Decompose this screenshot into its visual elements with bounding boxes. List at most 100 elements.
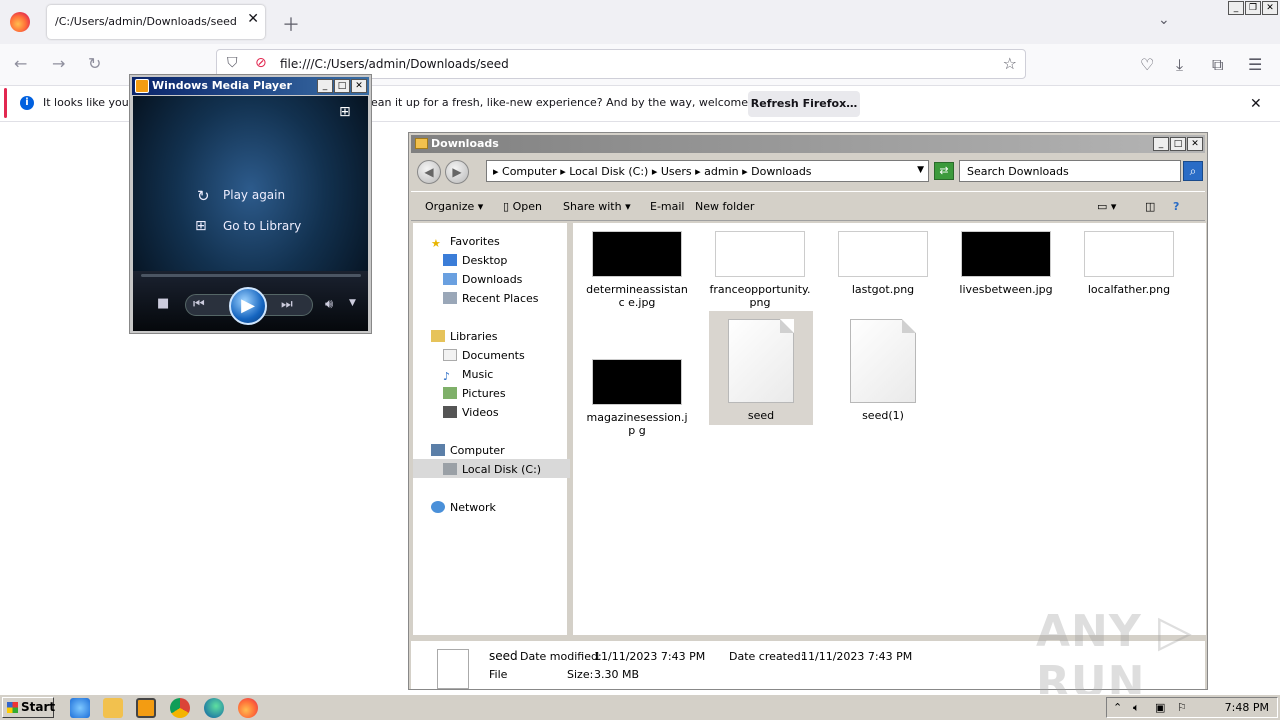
play-icon[interactable]: ▶ bbox=[229, 287, 267, 325]
forward-icon[interactable]: ▶ bbox=[445, 160, 469, 184]
nav-computer[interactable]: Computer bbox=[431, 444, 505, 457]
previous-icon[interactable]: ⏮ bbox=[193, 297, 205, 312]
reload-icon[interactable]: ↻ bbox=[88, 54, 101, 73]
browser-tab[interactable]: /C:/Users/admin/Downloads/seed ✕ bbox=[47, 5, 265, 39]
file-item[interactable]: magazinesession.jp g bbox=[585, 359, 689, 437]
network-icon[interactable]: ▣ bbox=[1155, 701, 1165, 714]
file-item[interactable]: franceopportunity. png bbox=[708, 231, 812, 309]
close-icon[interactable]: ✕ bbox=[351, 79, 367, 93]
search-icon[interactable]: ⌕ bbox=[1183, 161, 1203, 181]
file-item[interactable]: localfather.png bbox=[1077, 231, 1181, 296]
refresh-firefox-button[interactable]: Refresh Firefox… bbox=[748, 91, 860, 117]
media-player-display: ⊞ ↻ Play again ⊞ Go to Library ■ ⏮ ⏭ ▶ 🔊… bbox=[133, 96, 368, 331]
url-text[interactable]: file:///C:/Users/admin/Downloads/seed bbox=[280, 57, 509, 71]
forward-icon[interactable]: → bbox=[52, 54, 65, 73]
file-item[interactable]: seed(1) bbox=[831, 319, 935, 422]
close-icon[interactable]: ✕ bbox=[1262, 1, 1278, 15]
help-icon[interactable]: ? bbox=[1173, 200, 1179, 213]
detail-type: File bbox=[489, 668, 508, 681]
replay-icon[interactable]: ↻ bbox=[197, 187, 210, 205]
clock[interactable]: 7:48 PM bbox=[1225, 701, 1269, 714]
shield-icon[interactable]: ⛉ bbox=[227, 55, 238, 71]
nav-documents[interactable]: Documents bbox=[443, 349, 525, 362]
chrome-icon[interactable] bbox=[170, 698, 190, 718]
volume-dropdown-icon[interactable]: ▼ bbox=[349, 298, 356, 308]
file-item-selected[interactable]: seed bbox=[709, 311, 813, 425]
minimize-icon[interactable]: _ bbox=[317, 79, 333, 93]
restore-icon[interactable]: ❐ bbox=[1245, 1, 1261, 15]
internet-explorer-icon[interactable] bbox=[70, 698, 90, 718]
edge-icon[interactable] bbox=[204, 698, 224, 718]
file-name: lastgot.png bbox=[851, 283, 915, 296]
nav-libraries[interactable]: Libraries bbox=[431, 330, 498, 343]
go-to-library-link[interactable]: Go to Library bbox=[223, 219, 301, 233]
close-tab-icon[interactable]: ✕ bbox=[247, 11, 259, 27]
maximize-icon[interactable]: □ bbox=[334, 79, 350, 93]
volume-icon[interactable]: 🔊︎ bbox=[325, 297, 333, 312]
back-icon[interactable]: ← bbox=[14, 54, 27, 73]
new-tab-icon[interactable]: ＋ bbox=[282, 11, 300, 37]
share-with-button[interactable]: Share with ▾ bbox=[563, 200, 631, 213]
next-icon[interactable]: ⏭ bbox=[281, 297, 293, 312]
refresh-icon[interactable]: ⇄ bbox=[934, 162, 954, 180]
navigation-pane: ★ Favorites Desktop Downloads Recent Plac… bbox=[413, 223, 570, 635]
back-icon[interactable]: ◀ bbox=[417, 160, 441, 184]
volume-icon[interactable]: 🔈︎ bbox=[1133, 701, 1140, 715]
nav-pictures[interactable]: Pictures bbox=[443, 387, 506, 400]
minimize-icon[interactable]: _ bbox=[1228, 1, 1244, 15]
nav-music[interactable]: ♪ Music bbox=[443, 368, 493, 383]
close-icon[interactable]: ✕ bbox=[1187, 137, 1203, 151]
page-info-icon[interactable]: ⊘ bbox=[255, 55, 267, 71]
show-hidden-icons-icon[interactable]: ⌃ bbox=[1113, 701, 1122, 714]
pocket-icon[interactable]: ♡ bbox=[1140, 55, 1154, 74]
minimize-icon[interactable]: _ bbox=[1153, 137, 1169, 151]
library-icon[interactable]: ⊞ bbox=[195, 218, 207, 234]
organize-label: Organize bbox=[425, 200, 475, 213]
nav-label: Documents bbox=[462, 349, 525, 362]
nav-local-disk[interactable]: Local Disk (C:) bbox=[443, 463, 541, 476]
change-view-icon[interactable]: ▭ ▾ bbox=[1097, 200, 1116, 213]
file-item[interactable]: livesbetween.jpg bbox=[954, 231, 1058, 296]
start-button[interactable]: Start bbox=[2, 697, 55, 718]
documents-icon bbox=[443, 349, 457, 361]
explorer-titlebar[interactable]: Downloads _ □ ✕ bbox=[411, 135, 1205, 153]
media-player-icon bbox=[135, 79, 149, 93]
nav-recent-places[interactable]: Recent Places bbox=[443, 292, 539, 305]
nav-network[interactable]: Network bbox=[431, 501, 496, 514]
address-bar[interactable]: ▸ Computer ▸ Local Disk (C:) ▸ Users ▸ a… bbox=[486, 160, 929, 182]
extensions-icon[interactable]: ⧉ bbox=[1212, 55, 1223, 75]
file-name: seed(1) bbox=[862, 409, 904, 422]
file-item[interactable]: lastgot.png bbox=[831, 231, 935, 296]
bookmark-star-icon[interactable]: ☆ bbox=[1003, 54, 1017, 73]
switch-to-library-icon[interactable]: ⊞ bbox=[339, 104, 351, 120]
chevron-down-icon[interactable]: ▼ bbox=[917, 165, 924, 175]
chevron-down-icon[interactable]: ⌄ bbox=[1158, 12, 1170, 28]
file-item[interactable]: determineassistanc e.jpg bbox=[585, 231, 689, 309]
seek-bar[interactable] bbox=[141, 274, 361, 277]
nav-label: Downloads bbox=[462, 273, 523, 286]
nav-desktop[interactable]: Desktop bbox=[443, 254, 507, 267]
notification-text: It looks like you h bbox=[43, 96, 140, 109]
play-again-link[interactable]: Play again bbox=[223, 188, 285, 202]
email-button[interactable]: E-mail bbox=[650, 200, 685, 213]
file-explorer-icon[interactable] bbox=[103, 698, 123, 718]
organize-button[interactable]: Organize ▾ bbox=[425, 200, 483, 213]
preview-pane-icon[interactable]: ◫ bbox=[1145, 200, 1155, 213]
maximize-icon[interactable]: □ bbox=[1170, 137, 1186, 151]
media-player-titlebar[interactable]: Windows Media Player _ □ ✕ bbox=[132, 77, 369, 95]
open-button[interactable]: ▯ Open bbox=[503, 200, 542, 213]
action-center-flag-icon[interactable]: ⚐ bbox=[1177, 701, 1187, 714]
nav-favorites[interactable]: ★ Favorites bbox=[431, 235, 500, 250]
firefox-taskbar-icon[interactable] bbox=[238, 698, 258, 718]
stop-icon[interactable]: ■ bbox=[157, 296, 169, 311]
close-notification-icon[interactable]: ✕ bbox=[1250, 96, 1262, 112]
nav-downloads[interactable]: Downloads bbox=[443, 273, 522, 286]
download-icon[interactable]: ⤓ bbox=[1176, 55, 1183, 75]
menu-icon[interactable]: ☰ bbox=[1248, 55, 1262, 74]
media-player-taskbar-icon[interactable] bbox=[136, 698, 156, 718]
breadcrumb[interactable]: ▸ Computer ▸ Local Disk (C:) ▸ Users ▸ a… bbox=[493, 165, 812, 178]
nav-videos[interactable]: Videos bbox=[443, 406, 499, 419]
new-folder-button[interactable]: New folder bbox=[695, 200, 754, 213]
search-input[interactable]: Search Downloads bbox=[959, 160, 1181, 182]
media-player-title: Windows Media Player bbox=[152, 79, 292, 92]
